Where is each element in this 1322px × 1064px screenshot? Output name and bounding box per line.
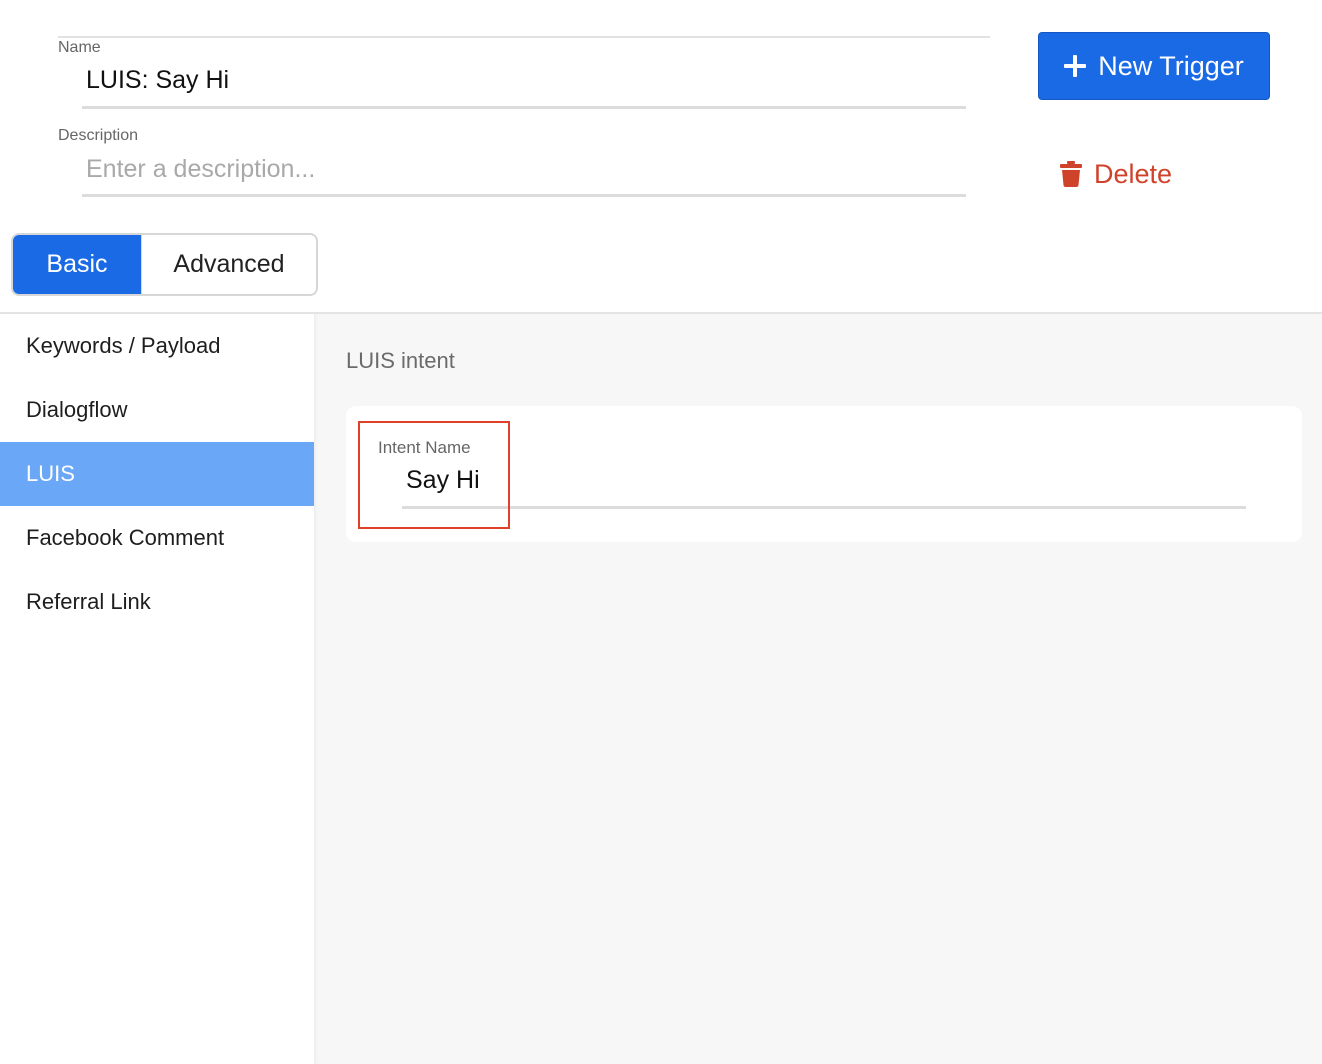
sidebar-item-referral-link[interactable]: Referral Link (0, 570, 314, 634)
plus-icon (1064, 55, 1087, 77)
trigger-type-sidebar: Keywords / Payload Dialogflow LUIS Faceb… (0, 314, 314, 1064)
top-divider (58, 36, 990, 38)
trigger-editor: Name LUIS: Say Hi Description Enter a de… (0, 0, 1322, 1064)
delete-button[interactable]: Delete (1060, 152, 1172, 196)
new-trigger-label: New Trigger (1098, 50, 1244, 81)
mode-tabs: Basic Advanced (11, 233, 318, 296)
sidebar-item-facebook-comment[interactable]: Facebook Comment (0, 506, 314, 570)
intent-name-underline (402, 506, 1246, 509)
new-trigger-button[interactable]: New Trigger (1038, 32, 1270, 100)
tab-advanced[interactable]: Advanced (141, 235, 316, 294)
description-label: Description (58, 127, 139, 144)
description-input[interactable]: Enter a description... (86, 155, 315, 184)
intent-card: Intent Name Say Hi (346, 406, 1302, 542)
name-input[interactable]: LUIS: Say Hi (86, 66, 229, 95)
description-input-underline (82, 194, 966, 197)
tab-basic[interactable]: Basic (13, 235, 141, 294)
sidebar-item-keywords-payload[interactable]: Keywords / Payload (0, 314, 314, 378)
name-input-underline (82, 106, 966, 109)
sidebar-item-dialogflow[interactable]: Dialogflow (0, 378, 314, 442)
section-title: LUIS intent (346, 348, 455, 373)
intent-name-label: Intent Name (378, 438, 471, 457)
name-label: Name (58, 39, 101, 56)
main-panel: LUIS intent Intent Name Say Hi (314, 314, 1322, 1064)
intent-name-input[interactable]: Say Hi (406, 466, 480, 495)
delete-label: Delete (1094, 158, 1173, 189)
sidebar-item-luis[interactable]: LUIS (0, 442, 314, 506)
trash-icon (1060, 161, 1082, 187)
